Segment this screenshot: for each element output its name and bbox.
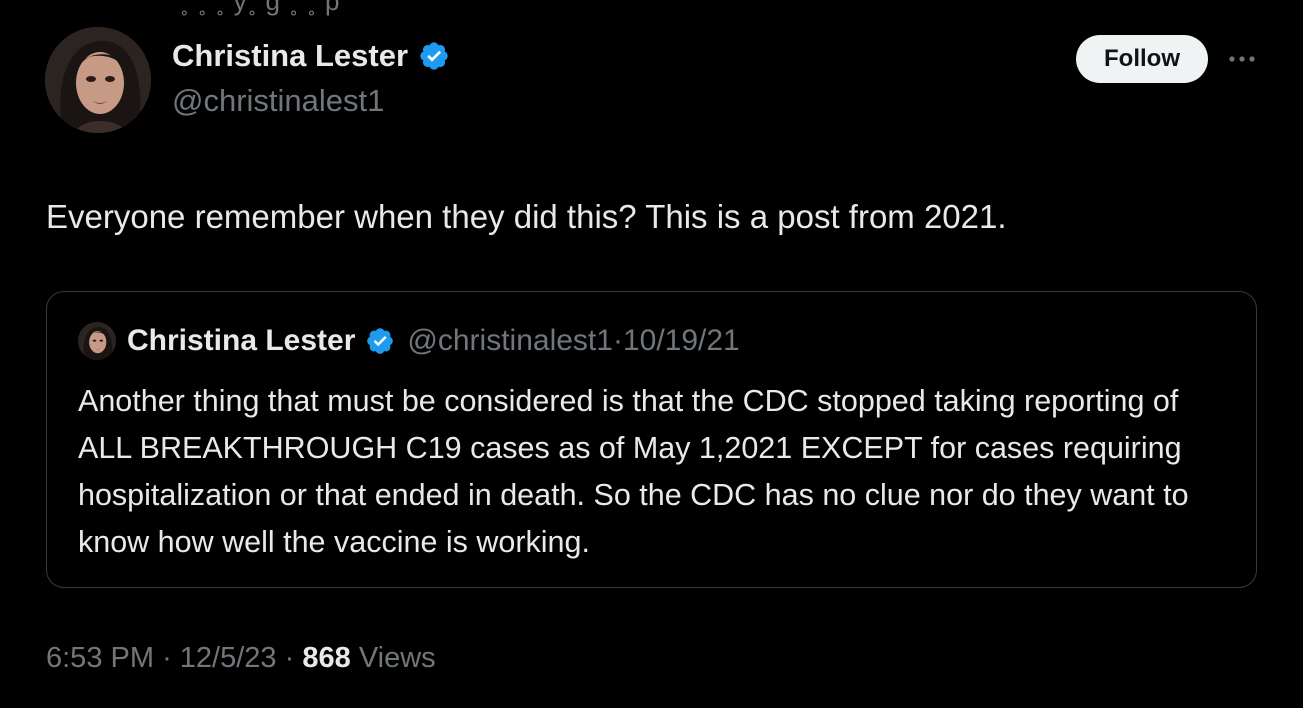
views-count[interactable]: 868	[302, 642, 350, 674]
more-options-icon[interactable]	[1222, 44, 1262, 74]
quoted-author-avatar	[78, 322, 116, 360]
verified-badge-icon	[365, 326, 395, 356]
author-avatar[interactable]	[45, 27, 151, 133]
quoted-avatar-image	[78, 322, 116, 360]
meta-separator: ·	[162, 642, 172, 674]
quoted-tweet-header: Christina Lester @christinalest1 · 10/19…	[78, 322, 740, 360]
tweet-date[interactable]: 12/5/23	[180, 642, 277, 674]
quoted-tweet-date: 10/19/21	[622, 324, 740, 357]
verified-badge-icon	[418, 40, 450, 72]
follow-button[interactable]: Follow	[1076, 35, 1208, 83]
quoted-tweet-text: Another thing that must be considered is…	[78, 384, 1189, 559]
author-name-row: Christina Lester	[172, 38, 450, 74]
quoted-tweet-card[interactable]: Christina Lester @christinalest1 · 10/19…	[46, 291, 1257, 588]
quoted-author-handle: @christinalest1	[407, 324, 613, 357]
meta-separator: ·	[612, 324, 623, 357]
author-handle[interactable]: @christinalest1	[172, 83, 384, 119]
meta-separator: ·	[284, 642, 295, 674]
avatar-portrait-image	[45, 27, 151, 133]
previous-tweet-fragment: ˳ ˳ ˳ y˳ g ˳ ˳ p	[180, 0, 341, 16]
author-display-name[interactable]: Christina Lester	[172, 38, 408, 74]
views-label[interactable]: Views	[359, 642, 436, 674]
tweet-meta-footer: 6:53 PM · 12/5/23 · 868 Views	[46, 642, 436, 675]
tweet-time[interactable]: 6:53 PM	[46, 642, 154, 674]
tweet-text: Everyone remember when they did this? Th…	[46, 198, 1007, 235]
quoted-author-name: Christina Lester	[127, 324, 356, 357]
